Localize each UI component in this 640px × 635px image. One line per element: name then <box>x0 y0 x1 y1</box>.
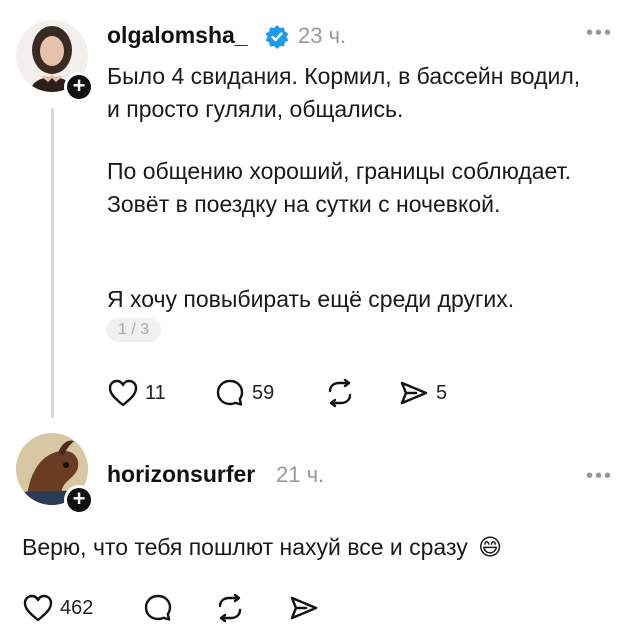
post-username[interactable]: olgalomsha_ <box>107 22 248 49</box>
more-icon[interactable]: ••• <box>586 22 613 45</box>
post-2: + horizonsurfer 21 ч. ••• Верю, что тебя… <box>0 425 640 635</box>
like-button[interactable]: 462 <box>22 593 93 623</box>
image-pager-badge: 1 / 3 <box>106 318 162 342</box>
heart-icon <box>23 594 53 622</box>
like-count: 462 <box>60 596 94 619</box>
post-text-body: Верю, что тебя пошлют нахуй все и сразу <box>22 534 468 560</box>
share-button[interactable]: 5 <box>398 378 447 408</box>
post-1: + olgalomsha_ 23 ч. ••• Было 4 свидания.… <box>0 0 640 425</box>
like-count: 11 <box>145 381 166 404</box>
post-text: Верю, что тебя пошлют нахуй все и сразу … <box>22 531 622 564</box>
post-time: 23 ч. <box>298 23 347 48</box>
reply-button[interactable] <box>142 593 174 623</box>
post-paragraph-2: По общению хороший, границы соблюдает. З… <box>107 158 571 217</box>
repost-icon <box>218 593 242 623</box>
post-paragraph-1: Было 4 свидания. Кормил, в бассейн водил… <box>107 63 581 122</box>
comment-icon <box>216 379 244 406</box>
follow-plus-icon[interactable]: + <box>64 72 94 102</box>
like-button[interactable]: 11 <box>107 378 166 408</box>
repost-button[interactable] <box>324 378 356 408</box>
follow-plus-icon[interactable]: + <box>64 485 94 515</box>
thread-line <box>51 108 54 418</box>
post-time: 21 ч. <box>276 462 325 487</box>
repost-button[interactable] <box>214 593 246 623</box>
share-button[interactable] <box>288 593 320 623</box>
share-count: 5 <box>436 381 448 404</box>
verified-icon <box>264 24 290 50</box>
comment-icon <box>144 594 172 621</box>
post-paragraph-3: Я хочу повыбирать ещё среди других. <box>107 286 515 312</box>
more-icon[interactable]: ••• <box>586 465 613 488</box>
post-username[interactable]: horizonsurfer <box>107 461 255 488</box>
reply-count: 59 <box>252 381 275 404</box>
repost-icon <box>328 378 352 408</box>
reply-button[interactable]: 59 <box>214 378 274 408</box>
grinning-emoji: 😄 <box>478 534 503 560</box>
share-icon <box>290 596 318 620</box>
heart-icon <box>108 379 138 407</box>
share-icon <box>400 381 428 405</box>
